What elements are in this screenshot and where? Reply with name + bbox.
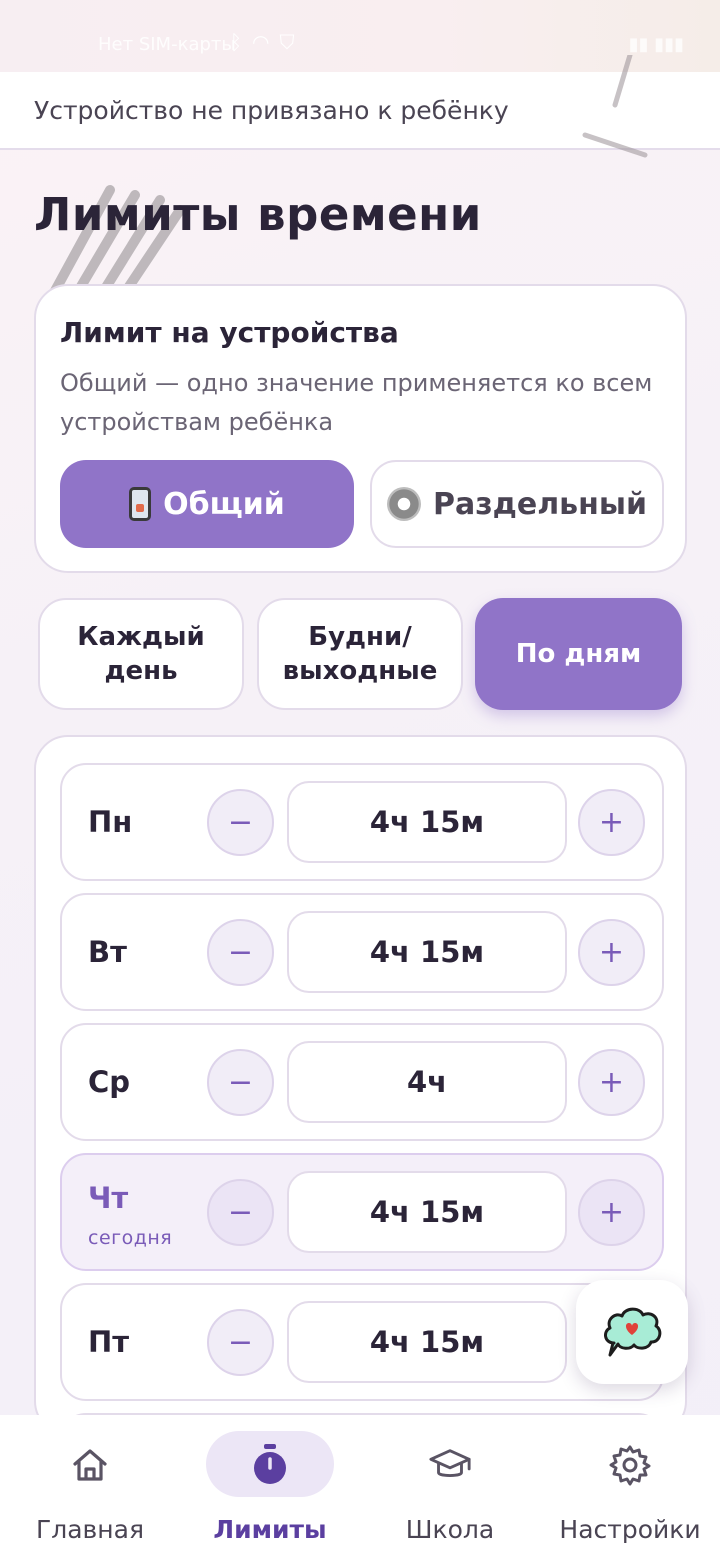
status-right-icons: ▮▮ ▮▮▮ [628, 34, 684, 55]
system-icons: ᛒ ◠ ⛉ [230, 30, 294, 54]
graduation-cap-icon [428, 1443, 472, 1487]
separate-limit-button[interactable]: Раздельный [370, 460, 664, 548]
day-limit-value[interactable]: 4ч 15м [287, 781, 567, 863]
nav-label: Школа [405, 1515, 495, 1544]
stopwatch-icon [248, 1443, 292, 1487]
decrease-button[interactable]: − [207, 919, 274, 986]
day-limit-value[interactable]: 4ч 15м [287, 1171, 567, 1253]
device-limit-card: Лимит на устройства Общий — одно значени… [34, 284, 687, 573]
separate-limit-label: Раздельный [432, 486, 648, 522]
decorative-lines [582, 55, 648, 158]
day-row-fri: Пт − 4ч 15м + [60, 1283, 664, 1401]
day-label: Пт [88, 1325, 130, 1359]
day-limit-value[interactable]: 4ч 15м [287, 1301, 567, 1383]
day-row-tue: Вт − 4ч 15м + [60, 893, 664, 1011]
nav-school[interactable]: Школа [360, 1415, 540, 1560]
nav-limits[interactable]: Лимиты [180, 1415, 360, 1560]
page-title: Лимиты времени [34, 188, 482, 241]
card-description: Общий — одно значение применяется ко все… [60, 369, 653, 436]
nav-home[interactable]: Главная [0, 1415, 180, 1560]
shared-limit-button[interactable]: Общий [60, 460, 354, 548]
day-label: Вт [88, 935, 127, 969]
shield-icon: ⛉ [279, 30, 295, 54]
mode-label: Будни/ выходные [282, 622, 438, 686]
increase-button[interactable]: + [578, 1179, 645, 1246]
mode-label: По дням [515, 639, 642, 669]
day-row-mon: Пн − 4ч 15м + [60, 763, 664, 881]
chat-cloud-heart-icon [604, 1307, 662, 1357]
mode-label: Каждый день [77, 622, 205, 686]
wifi-icon: ◠ [252, 30, 270, 54]
bluetooth-icon: ᛒ [230, 30, 242, 54]
home-icon [68, 1443, 112, 1487]
increase-button[interactable]: + [578, 1049, 645, 1116]
bottom-navigation: Главная Лимиты Школа Настройки [0, 1415, 720, 1560]
support-chat-button[interactable] [576, 1280, 688, 1384]
shared-limit-label: Общий [163, 486, 285, 522]
day-row-wed: Ср − 4ч + [60, 1023, 664, 1141]
day-label: Ср [88, 1065, 131, 1099]
nav-label: Настройки [559, 1515, 701, 1544]
decrease-button[interactable]: − [207, 1049, 274, 1116]
increase-button[interactable]: + [578, 919, 645, 986]
decrease-button[interactable]: − [207, 1309, 274, 1376]
phone-icon [129, 487, 152, 521]
nav-label: Главная [36, 1515, 144, 1544]
increase-button[interactable]: + [578, 789, 645, 856]
mode-by-days-button[interactable]: По дням [475, 598, 682, 710]
today-label: сегодня [88, 1227, 173, 1249]
card-title: Лимит на устройства [60, 316, 399, 349]
decrease-button[interactable]: − [207, 1179, 274, 1246]
mode-every-day-button[interactable]: Каждый день [38, 598, 244, 710]
gear-icon [386, 487, 421, 521]
nav-settings[interactable]: Настройки [540, 1415, 720, 1560]
carrier-text: Нет SIM-карты [98, 34, 236, 55]
day-row-thu: Чт сегодня − 4ч 15м + [60, 1153, 664, 1271]
day-limit-value[interactable]: 4ч [287, 1041, 567, 1123]
day-label: Пн [88, 805, 133, 839]
banner-text: Устройство не привязано к ребёнку [34, 96, 509, 125]
day-limit-value[interactable]: 4ч 15м [287, 911, 567, 993]
nav-label: Лимиты [213, 1515, 327, 1544]
day-label: Чт [88, 1181, 129, 1215]
gear-icon [608, 1443, 652, 1487]
mode-weekdays-weekends-button[interactable]: Будни/ выходные [257, 598, 463, 710]
decrease-button[interactable]: − [207, 789, 274, 856]
